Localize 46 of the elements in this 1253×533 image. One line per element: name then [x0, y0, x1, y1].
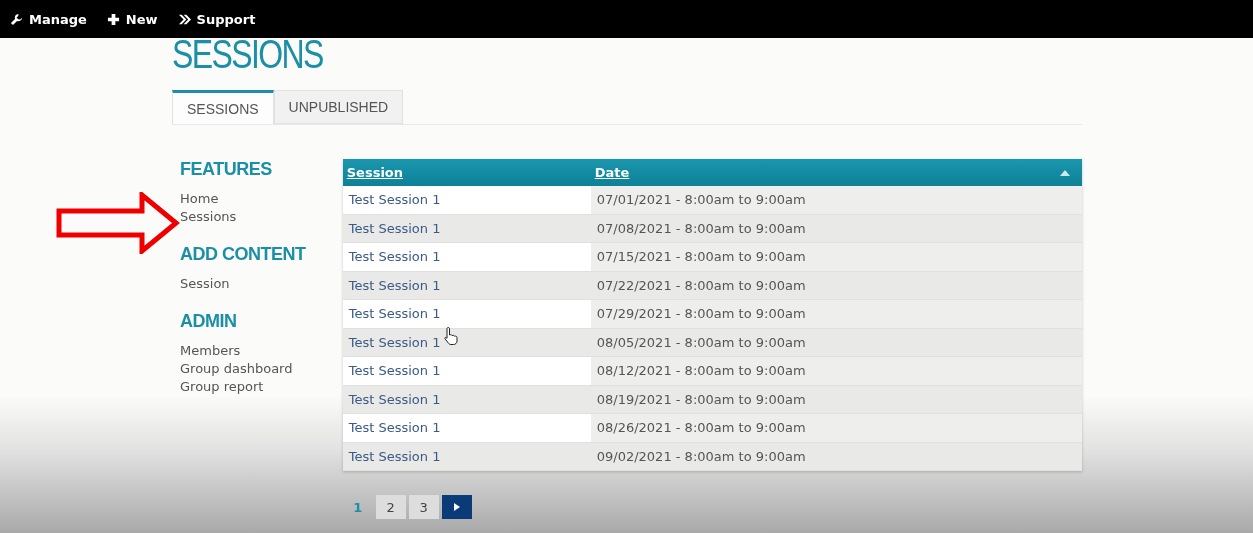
page-link[interactable]: 2 [375, 495, 406, 519]
sidebar-heading: ADD CONTENT [180, 244, 307, 265]
sidebar-link[interactable]: Home [180, 190, 343, 208]
session-link[interactable]: Test Session 1 [342, 413, 591, 442]
session-link[interactable]: Test Session 1 [342, 299, 591, 328]
sidebar-link[interactable]: Group report [180, 378, 343, 396]
column-header[interactable]: Date [590, 159, 1082, 186]
sidebar-link[interactable]: Group dashboard [180, 360, 343, 378]
toolbar-link[interactable]: New [106, 11, 158, 27]
table-cell: 07/22/2021 - 8:00am to 9:00am [590, 271, 1082, 300]
session-link[interactable]: Test Session 1 [342, 385, 591, 414]
table-cell: 07/29/2021 - 8:00am to 9:00am [590, 299, 1082, 328]
sidebar-heading: ADMIN [180, 311, 238, 332]
hand-cursor-icon [443, 326, 459, 346]
toolbar-link[interactable]: Manage [10, 11, 87, 27]
page-link[interactable]: 3 [408, 495, 439, 519]
table-cell: 08/26/2021 - 8:00am to 9:00am [590, 413, 1082, 442]
table-cell: 08/05/2021 - 8:00am to 9:00am [590, 328, 1082, 357]
tab[interactable]: SESSIONS [172, 90, 274, 124]
sidebar-link[interactable]: Session [180, 275, 343, 293]
table-cell: 08/12/2021 - 8:00am to 9:00am [590, 356, 1082, 385]
sidebar-link[interactable]: Sessions [180, 208, 343, 226]
session-link[interactable]: Test Session 1 [342, 186, 591, 214]
plus-icon [106, 12, 120, 26]
next-page-button[interactable] [441, 495, 472, 519]
page-title: SESSIONS [172, 34, 324, 78]
sidebar-heading: FEATURES [180, 159, 273, 180]
session-link[interactable]: Test Session 1 [342, 271, 591, 300]
table-cell: 08/19/2021 - 8:00am to 9:00am [590, 385, 1082, 414]
table-cell: 07/01/2021 - 8:00am to 9:00am [590, 186, 1082, 214]
triangle-right-icon [453, 503, 460, 511]
toolbar-link[interactable]: Support [177, 11, 256, 27]
session-link[interactable]: Test Session 1 [342, 442, 591, 471]
column-header[interactable]: Session [342, 159, 591, 186]
chevrons-icon [177, 12, 191, 26]
session-link[interactable]: Test Session 1 [342, 242, 591, 271]
table-cell: 09/02/2021 - 8:00am to 9:00am [590, 442, 1082, 471]
session-link[interactable]: Test Session 1 [342, 356, 591, 385]
session-link[interactable]: Test Session 1 [342, 214, 591, 243]
sort-arrow-icon [1060, 169, 1070, 176]
table-cell: 07/08/2021 - 8:00am to 9:00am [590, 214, 1082, 243]
wrench-icon [10, 12, 23, 26]
session-link[interactable]: Test Session 1 [342, 328, 591, 357]
tab[interactable]: UNPUBLISHED [273, 90, 404, 124]
sidebar-link[interactable]: Members [180, 342, 343, 360]
table-cell: 07/15/2021 - 8:00am to 9:00am [590, 242, 1082, 271]
